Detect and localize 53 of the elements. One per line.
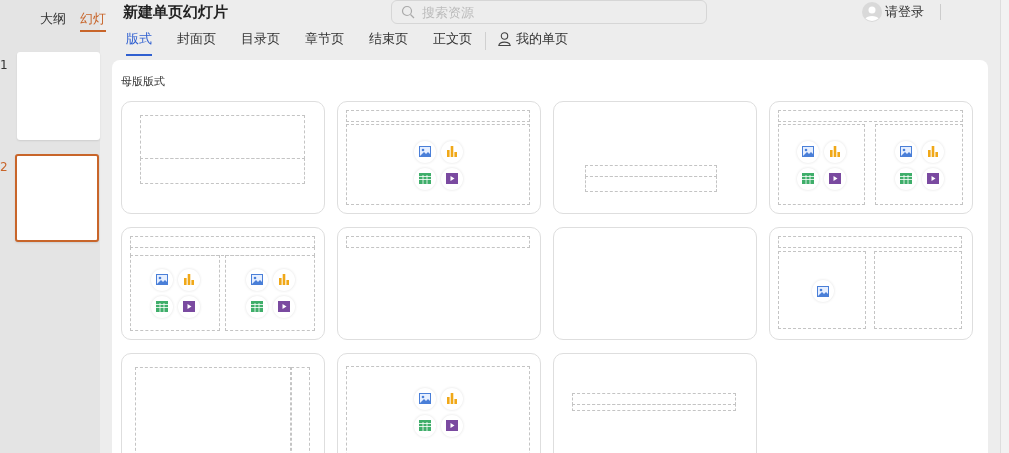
bar-chart-icon xyxy=(277,274,290,285)
layout-card[interactable] xyxy=(553,353,757,453)
image-icon xyxy=(801,146,814,157)
video-icon xyxy=(445,420,458,431)
layout-card[interactable] xyxy=(121,101,325,214)
tab[interactable]: 章节页 xyxy=(305,26,344,56)
image-icon xyxy=(418,146,431,157)
layout-card[interactable] xyxy=(553,101,757,214)
image-icon xyxy=(155,274,168,285)
layout-card[interactable] xyxy=(337,227,541,340)
layout-card[interactable] xyxy=(769,101,973,214)
video-icon xyxy=(277,301,290,312)
layout-card[interactable] xyxy=(121,227,325,340)
dialog-title: 新建单页幻灯片 xyxy=(123,2,229,22)
video-icon xyxy=(182,301,195,312)
table-icon xyxy=(899,173,912,184)
image-icon xyxy=(817,285,829,297)
layout-card[interactable] xyxy=(337,353,541,453)
bar-chart-icon xyxy=(828,146,841,157)
slide-thumbnail[interactable] xyxy=(15,154,99,242)
user-icon xyxy=(498,32,511,46)
avatar-icon[interactable] xyxy=(862,2,882,22)
login-link[interactable]: 请登录 xyxy=(885,3,924,21)
tab[interactable]: 我的单页 xyxy=(498,26,568,56)
image-icon xyxy=(418,393,431,404)
slide-thumbnail[interactable] xyxy=(16,52,100,140)
tab[interactable]: 版式 xyxy=(126,26,152,56)
table-icon xyxy=(801,173,814,184)
video-icon xyxy=(926,173,939,184)
image-icon xyxy=(899,146,912,157)
tab[interactable]: 封面页 xyxy=(177,26,216,56)
panel-tab[interactable]: 大纲 xyxy=(40,10,66,32)
table-icon xyxy=(418,420,431,431)
slide-number: 2 xyxy=(0,159,9,174)
layout-card[interactable] xyxy=(769,227,973,340)
layout-card[interactable] xyxy=(337,101,541,214)
video-icon xyxy=(445,173,458,184)
layout-card[interactable] xyxy=(121,353,325,453)
bar-chart-icon xyxy=(445,146,458,157)
bar-chart-icon xyxy=(445,393,458,404)
layout-card[interactable] xyxy=(553,227,757,340)
table-icon xyxy=(250,301,263,312)
table-icon xyxy=(418,173,431,184)
bar-chart-icon xyxy=(182,274,195,285)
video-icon xyxy=(828,173,841,184)
slide-number: 1 xyxy=(0,57,9,72)
section-title: 母版版式 xyxy=(121,74,166,89)
tab[interactable]: 结束页 xyxy=(369,26,408,56)
image-icon xyxy=(250,274,263,285)
tab[interactable]: 正文页 xyxy=(433,26,472,56)
table-icon xyxy=(155,301,168,312)
bar-chart-icon xyxy=(926,146,939,157)
tab[interactable]: 目录页 xyxy=(241,26,280,56)
